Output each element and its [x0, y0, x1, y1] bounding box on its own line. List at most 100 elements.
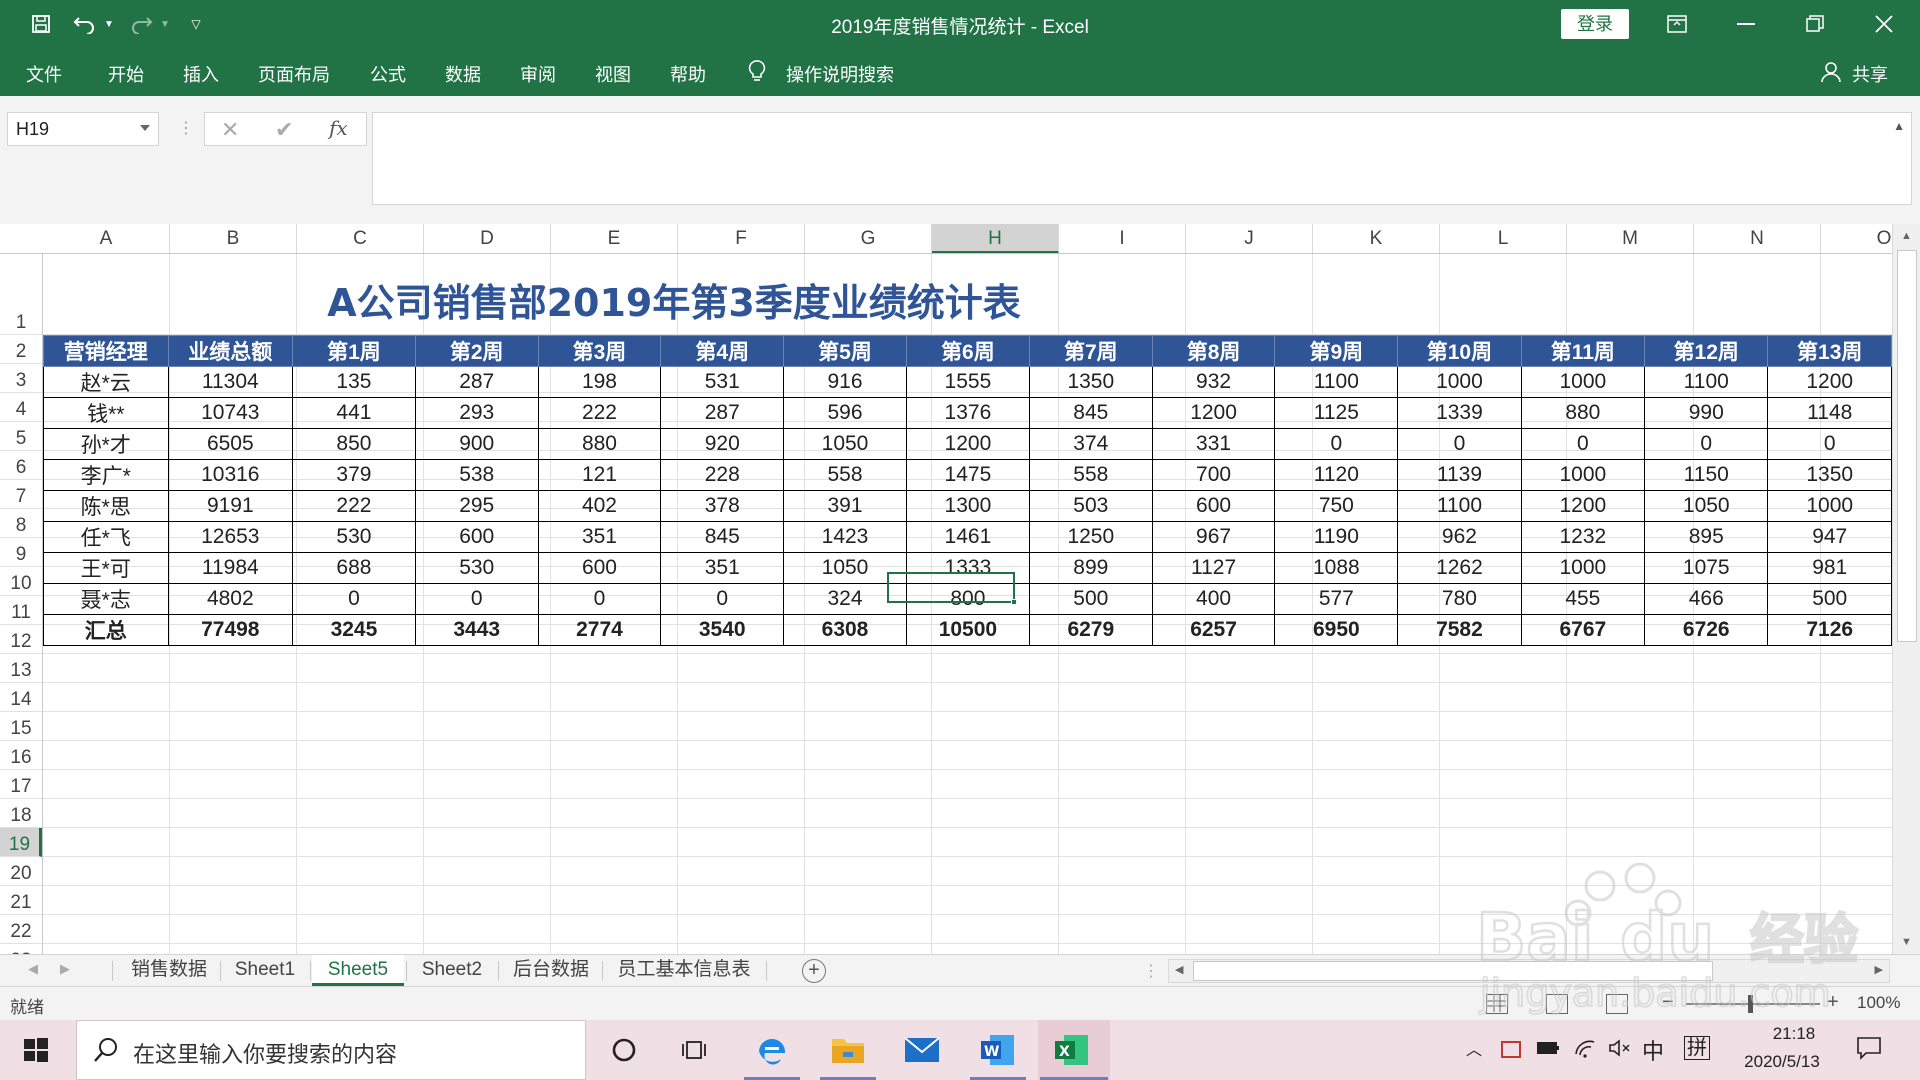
share-button[interactable]: 共享 [1852, 61, 1888, 87]
table-header-cell[interactable]: 第1周 [292, 335, 416, 367]
value-cell[interactable]: 600 [414, 521, 539, 553]
ribbon-display-icon[interactable] [1654, 8, 1700, 40]
value-cell[interactable]: 1100 [1644, 366, 1769, 398]
column-header-b[interactable]: B [170, 224, 297, 253]
total-value-cell[interactable]: 6767 [1520, 614, 1646, 646]
fill-handle[interactable] [1011, 599, 1017, 605]
row-header-12[interactable]: 12 [0, 625, 42, 654]
column-header-k[interactable]: K [1313, 224, 1440, 253]
table-header-cell[interactable]: 第10周 [1397, 335, 1522, 367]
formula-input[interactable]: ▲ [372, 112, 1912, 205]
value-cell[interactable]: 0 [1767, 428, 1892, 460]
table-header-cell[interactable]: 第12周 [1644, 335, 1769, 367]
value-cell[interactable]: 441 [292, 397, 416, 429]
total-value-cell[interactable]: 77498 [167, 614, 294, 646]
table-header-cell[interactable]: 业绩总额 [167, 335, 294, 367]
wifi-icon[interactable] [1574, 1038, 1598, 1063]
row-header-21[interactable]: 21 [0, 886, 42, 915]
value-cell[interactable]: 503 [1028, 490, 1153, 522]
show-hidden-icons-icon[interactable]: ︿ [1466, 1036, 1482, 1060]
cancel-icon[interactable]: ✕ [221, 117, 239, 143]
column-header-g[interactable]: G [805, 224, 932, 253]
cortana-icon[interactable] [604, 1030, 644, 1070]
row-header-23[interactable]: 23 [0, 944, 42, 954]
zoom-out-icon[interactable]: − [1662, 991, 1674, 1014]
value-cell[interactable]: 351 [660, 552, 785, 584]
total-value-cell[interactable]: 6279 [1028, 614, 1153, 646]
value-cell[interactable]: 0 [414, 583, 539, 615]
column-header-i[interactable]: I [1059, 224, 1186, 253]
ime-mode[interactable]: 拼 [1684, 1036, 1710, 1060]
value-cell[interactable]: 10743 [167, 397, 294, 429]
row-header-8[interactable]: 8 [0, 509, 42, 538]
clock-time[interactable]: 21:18 [1754, 1024, 1834, 1044]
total-label-cell[interactable]: 汇总 [43, 614, 169, 646]
value-cell[interactable]: 916 [783, 366, 907, 398]
row-header-18[interactable]: 18 [0, 799, 42, 828]
total-value-cell[interactable]: 3245 [292, 614, 416, 646]
value-cell[interactable]: 932 [1151, 366, 1276, 398]
name-box[interactable]: H19 [7, 112, 159, 146]
value-cell[interactable]: 0 [660, 583, 785, 615]
file-explorer-icon[interactable] [828, 1030, 868, 1070]
vertical-scrollbar[interactable]: ▲ ▼ [1892, 224, 1920, 954]
value-cell[interactable]: 845 [1028, 397, 1153, 429]
table-header-cell[interactable]: 第2周 [414, 335, 539, 367]
column-header-c[interactable]: C [297, 224, 424, 253]
table-header-cell[interactable]: 第11周 [1520, 335, 1646, 367]
minimize-icon[interactable] [1723, 8, 1769, 40]
restore-icon[interactable] [1792, 8, 1838, 40]
row-header-22[interactable]: 22 [0, 915, 42, 944]
column-header-n[interactable]: N [1694, 224, 1821, 253]
value-cell[interactable]: 900 [414, 428, 539, 460]
value-cell[interactable]: 845 [660, 521, 785, 553]
value-cell[interactable]: 11304 [167, 366, 294, 398]
value-cell[interactable]: 331 [1151, 428, 1276, 460]
enter-icon[interactable]: ✔ [275, 117, 293, 143]
sheet-tab-sheet5[interactable]: Sheet5 [312, 955, 404, 986]
value-cell[interactable]: 600 [537, 552, 662, 584]
horizontal-scrollbar[interactable]: ◀ ▶ [1168, 959, 1890, 983]
tab-help[interactable]: 帮助 [670, 61, 706, 87]
value-cell[interactable]: 1075 [1644, 552, 1769, 584]
column-header-o[interactable]: O [1821, 224, 1892, 253]
total-value-cell[interactable]: 6726 [1644, 614, 1769, 646]
value-cell[interactable]: 228 [660, 459, 785, 491]
zoom-slider-thumb[interactable] [1748, 995, 1753, 1013]
table-header-cell[interactable]: 第7周 [1028, 335, 1153, 367]
value-cell[interactable]: 295 [414, 490, 539, 522]
row-header-7[interactable]: 7 [0, 480, 42, 509]
value-cell[interactable]: 391 [783, 490, 907, 522]
collapse-formula-icon[interactable]: ▲ [1893, 119, 1905, 133]
row-header-15[interactable]: 15 [0, 712, 42, 741]
lightbulb-icon[interactable] [748, 59, 766, 88]
value-cell[interactable]: 0 [537, 583, 662, 615]
sheet-tab-sales-data[interactable]: 销售数据 [118, 955, 220, 986]
value-cell[interactable]: 466 [1644, 583, 1769, 615]
value-cell[interactable]: 135 [292, 366, 416, 398]
sheet-title[interactable]: A公司销售部2019年第3季度业绩统计表 [43, 272, 1305, 327]
sheet-tab-sheet2[interactable]: Sheet2 [408, 955, 496, 986]
page-break-view-icon[interactable] [1606, 994, 1628, 1014]
value-cell[interactable]: 500 [1767, 583, 1892, 615]
row-header-4[interactable]: 4 [0, 393, 42, 422]
value-cell[interactable]: 1050 [783, 428, 907, 460]
zoom-slider[interactable] [1686, 995, 1820, 1013]
add-sheet-icon[interactable]: + [802, 959, 826, 983]
vertical-scroll-thumb[interactable] [1897, 250, 1917, 642]
scroll-right-icon[interactable]: ▶ [1875, 963, 1883, 976]
value-cell[interactable]: 538 [414, 459, 539, 491]
volume-icon[interactable] [1608, 1038, 1632, 1063]
login-button[interactable]: 登录 [1561, 9, 1629, 39]
value-cell[interactable]: 1120 [1274, 459, 1399, 491]
value-cell[interactable]: 899 [1028, 552, 1153, 584]
row-header-13[interactable]: 13 [0, 654, 42, 683]
value-cell[interactable]: 750 [1274, 490, 1399, 522]
clock-date[interactable]: 2020/5/13 [1730, 1052, 1834, 1072]
manager-name-cell[interactable]: 钱** [43, 397, 169, 429]
total-value-cell[interactable]: 2774 [537, 614, 662, 646]
value-cell[interactable]: 351 [537, 521, 662, 553]
manager-name-cell[interactable]: 聂*志 [43, 583, 169, 615]
value-cell[interactable]: 6505 [167, 428, 294, 460]
value-cell[interactable]: 1000 [1520, 552, 1646, 584]
